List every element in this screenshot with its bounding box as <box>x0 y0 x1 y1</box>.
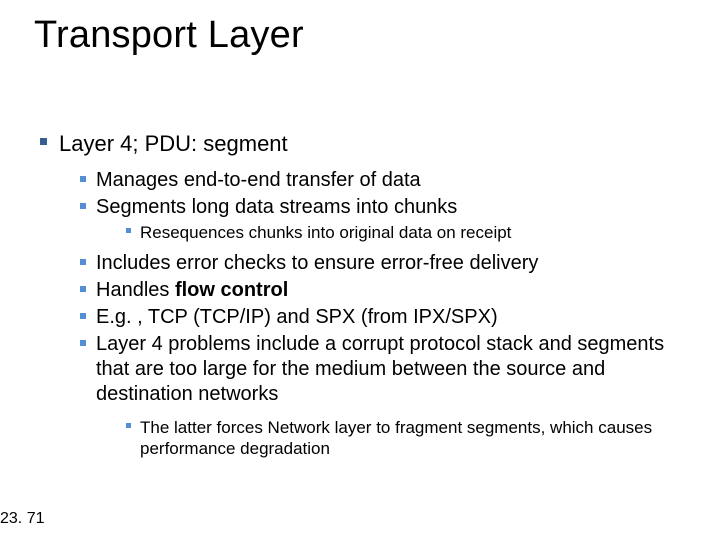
bullet-text: Handles flow control <box>96 278 288 303</box>
bullet-level2: Handles flow control <box>80 278 690 303</box>
bullet-text-prefix: Handles <box>96 279 175 301</box>
bullet-text: Manages end-to-end transfer of data <box>96 168 421 193</box>
bullet-text: E.g. , TCP (TCP/IP) and SPX (from IPX/SP… <box>96 305 498 330</box>
slide-body: Layer 4; PDU: segment Manages end-to-end… <box>40 130 690 461</box>
square-bullet-icon <box>80 340 86 346</box>
square-bullet-icon <box>80 286 86 292</box>
square-bullet-icon <box>80 259 86 265</box>
square-bullet-icon <box>80 313 86 319</box>
bullet-text: Layer 4; PDU: segment <box>59 130 288 158</box>
bullet-level3: The latter forces Network layer to fragm… <box>126 417 690 460</box>
square-bullet-icon <box>80 176 86 182</box>
bullet-level2: Includes error checks to ensure error-fr… <box>80 251 690 276</box>
bullet-text: Includes error checks to ensure error-fr… <box>96 251 538 276</box>
square-bullet-icon <box>126 423 131 428</box>
bullet-level2: E.g. , TCP (TCP/IP) and SPX (from IPX/SP… <box>80 305 690 330</box>
slide-number: 23. 71 <box>0 510 44 528</box>
bullet-text-bold: flow control <box>175 279 288 301</box>
bullet-level2: Manages end-to-end transfer of data <box>80 168 690 193</box>
bullet-level3: Resequences chunks into original data on… <box>126 222 690 243</box>
bullet-level2: Segments long data streams into chunks <box>80 195 690 220</box>
square-bullet-icon <box>40 138 47 145</box>
bullet-text: The latter forces Network layer to fragm… <box>140 417 690 460</box>
bullet-text: Layer 4 problems include a corrupt proto… <box>96 332 690 407</box>
bullet-text: Resequences chunks into original data on… <box>140 222 511 243</box>
square-bullet-icon <box>126 228 131 233</box>
square-bullet-icon <box>80 203 86 209</box>
bullet-level2: Layer 4 problems include a corrupt proto… <box>80 332 690 407</box>
slide: Transport Layer Layer 4; PDU: segment Ma… <box>0 0 720 540</box>
bullet-level1: Layer 4; PDU: segment <box>40 130 690 158</box>
slide-title: Transport Layer <box>34 14 304 57</box>
bullet-text: Segments long data streams into chunks <box>96 195 457 220</box>
